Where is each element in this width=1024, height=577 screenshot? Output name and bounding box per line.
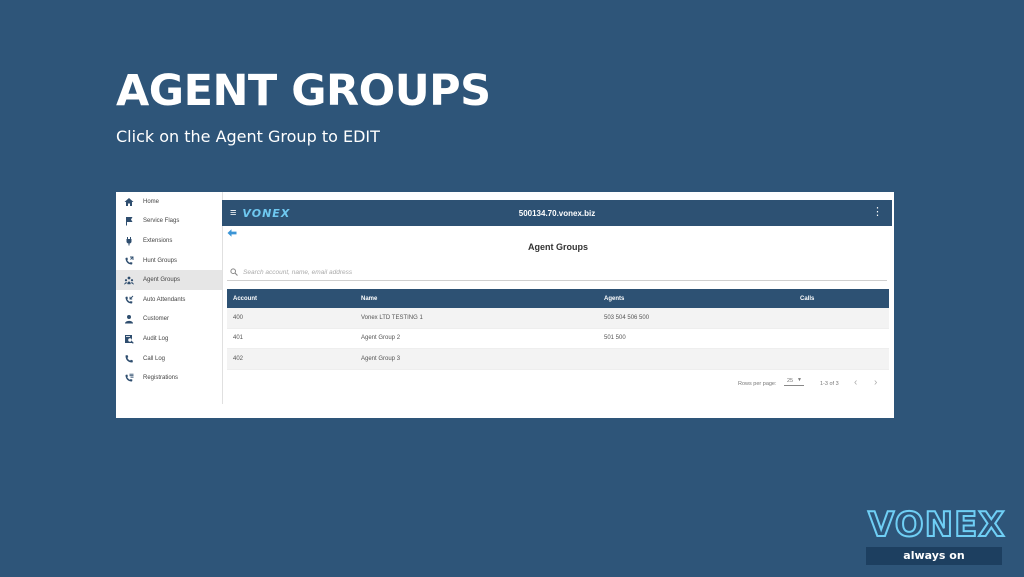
cell-calls xyxy=(794,328,889,349)
menu-icon[interactable]: ≡ xyxy=(230,207,236,219)
table-header-row: Account Name Agents Calls xyxy=(227,289,889,308)
page-range: 1-3 of 3 xyxy=(820,381,839,387)
sidebar-item-label: Audit Log xyxy=(143,335,169,342)
search-input[interactable] xyxy=(243,268,887,276)
page-title: Agent Groups xyxy=(528,242,588,252)
cell-account: 400 xyxy=(227,308,355,329)
cell-account: 401 xyxy=(227,328,355,349)
brand-tagline: always on xyxy=(866,547,1002,565)
sidebar-item-label: Customer xyxy=(143,316,170,323)
table-row[interactable]: 400 Vonex LTD TESTING 1 503 504 506 500 xyxy=(227,308,889,329)
sidebar-item-label: Home xyxy=(143,198,160,205)
chevron-right-icon[interactable]: › xyxy=(874,377,877,388)
sidebar-item-label: Extensions xyxy=(143,237,173,244)
host-name: 500134.70.vonex.biz xyxy=(518,208,596,218)
phone-callback-icon xyxy=(124,295,134,305)
sidebar-item-label: Agent Groups xyxy=(143,277,181,284)
sidebar-item-home[interactable]: Home xyxy=(116,192,222,212)
column-header-calls[interactable]: Calls xyxy=(794,289,889,308)
column-header-account[interactable]: Account xyxy=(227,289,355,308)
phone-forward-icon xyxy=(124,256,134,266)
vonex-logo: VONEX always on xyxy=(866,505,1006,566)
home-icon xyxy=(124,197,134,207)
plug-icon xyxy=(124,236,134,246)
app-screenshot: Home Service Flags Extensions Hunt Group… xyxy=(116,192,894,418)
cell-name: Agent Group 3 xyxy=(355,348,598,370)
audit-icon xyxy=(124,334,134,344)
agent-groups-table: Account Name Agents Calls 400 Vonex LTD … xyxy=(227,289,889,370)
phone-list-icon xyxy=(124,373,134,383)
cell-name: Vonex LTD TESTING 1 xyxy=(355,308,598,329)
cell-agents xyxy=(598,348,794,370)
cell-account: 402 xyxy=(227,348,355,370)
table-row[interactable]: 401 Agent Group 2 501 500 xyxy=(227,328,889,349)
person-icon xyxy=(124,314,134,324)
sidebar-item-hunt-groups[interactable]: Hunt Groups xyxy=(116,251,222,271)
sidebar-item-label: Call Log xyxy=(143,355,166,362)
sidebar-item-registrations[interactable]: Registrations xyxy=(116,368,222,388)
sidebar-item-label: Hunt Groups xyxy=(143,257,178,264)
more-options-icon[interactable]: ⋮ xyxy=(872,207,883,218)
column-header-name[interactable]: Name xyxy=(355,289,598,308)
phone-icon xyxy=(124,354,134,364)
back-arrow-icon[interactable] xyxy=(227,228,237,238)
agents-icon xyxy=(124,275,134,285)
sidebar-item-audit-log[interactable]: Audit Log xyxy=(116,329,222,349)
sidebar-item-call-log[interactable]: Call Log xyxy=(116,349,222,369)
brand-name: VONEX xyxy=(867,505,1006,545)
cell-name: Agent Group 2 xyxy=(355,328,598,349)
search-icon xyxy=(230,268,238,276)
sidebar-item-service-flags[interactable]: Service Flags xyxy=(116,212,222,232)
cell-agents: 501 500 xyxy=(598,328,794,349)
rows-per-page-value: 25 xyxy=(787,378,794,384)
cell-calls xyxy=(794,308,889,329)
rows-per-page-select[interactable]: 25 ▼ xyxy=(784,376,804,386)
table-row[interactable]: 402 Agent Group 3 xyxy=(227,348,889,370)
column-header-agents[interactable]: Agents xyxy=(598,289,794,308)
header-logo: VONEX xyxy=(242,206,291,220)
flag-icon xyxy=(124,216,134,226)
sidebar: Home Service Flags Extensions Hunt Group… xyxy=(116,192,223,404)
slide-subtitle: Click on the Agent Group to EDIT xyxy=(116,127,380,146)
chevron-left-icon[interactable]: ‹ xyxy=(854,377,857,388)
sidebar-item-agent-groups[interactable]: Agent Groups xyxy=(116,270,222,290)
search-bar xyxy=(227,264,887,281)
sidebar-item-label: Service Flags xyxy=(143,218,180,225)
app-header: ≡ VONEX 500134.70.vonex.biz ⋮ xyxy=(222,200,892,226)
pagination: Rows per page: 25 ▼ 1-3 of 3 ‹ › xyxy=(222,374,894,394)
sidebar-item-extensions[interactable]: Extensions xyxy=(116,231,222,251)
sidebar-item-label: Auto Attendants xyxy=(143,296,186,303)
cell-agents: 503 504 506 500 xyxy=(598,308,794,329)
sidebar-item-customer[interactable]: Customer xyxy=(116,310,222,330)
sidebar-item-auto-attendants[interactable]: Auto Attendants xyxy=(116,290,222,310)
rows-per-page-label: Rows per page: xyxy=(738,381,777,387)
cell-calls xyxy=(794,348,889,370)
sidebar-item-label: Registrations xyxy=(143,375,179,382)
caret-down-icon: ▼ xyxy=(797,377,802,383)
slide-title: AGENT GROUPS xyxy=(116,66,491,116)
